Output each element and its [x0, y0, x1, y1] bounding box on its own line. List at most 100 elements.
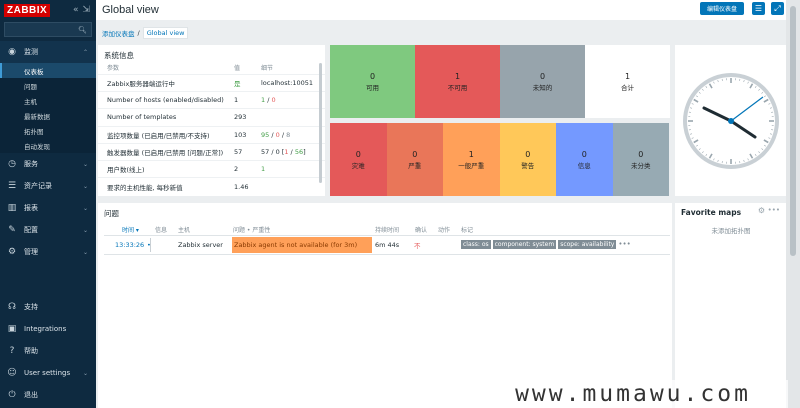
problem-ack[interactable]: 不	[414, 240, 421, 250]
availability-tile[interactable]: 0 未知的	[500, 45, 585, 118]
nav-user-settings[interactable]: ☺ User settings ⌄	[0, 362, 96, 384]
integrations-icon: ▣	[7, 324, 17, 334]
menu-button[interactable]: ☰	[752, 2, 765, 15]
nav-support[interactable]: ☊ 支持	[0, 296, 96, 318]
sub-item-maps[interactable]: 拓扑图	[0, 123, 96, 138]
availability-count: 0	[539, 71, 546, 81]
wrench-icon: ✎	[8, 225, 16, 235]
page-scrollbar[interactable]	[786, 0, 800, 408]
severity-tile[interactable]: 1 一般严重	[443, 123, 500, 196]
availability-tile[interactable]: 0 可用	[330, 45, 415, 118]
more-tags-icon[interactable]: •••	[618, 240, 630, 248]
sub-item-hosts[interactable]: 主机	[0, 93, 96, 108]
nav-administration[interactable]: ⚙ 管理 ⌄	[0, 241, 96, 263]
search-box: 🔍︎	[0, 22, 92, 37]
tag[interactable]: component: system	[492, 240, 557, 249]
breadcrumb: 添加仪表盘 / Global view	[102, 26, 189, 39]
sidebar-bottom: ☊ 支持 ▣ Integrations ? 帮助 ☺ User settings…	[0, 296, 96, 406]
detail-enabled: 57 / 0 [	[261, 147, 285, 156]
main-area: Global view 编辑仪表盘 ☰ ⤢ 添加仪表盘 / Global vie…	[96, 0, 800, 408]
nav-services[interactable]: ◷ 服务 ⌄	[0, 153, 96, 175]
detail-close: ]	[303, 147, 306, 156]
row-param: 要求的主机性能, 每秒新值	[107, 183, 183, 192]
row-param: 用户数(线上)	[107, 166, 145, 175]
breadcrumb-all-dashboards[interactable]: 添加仪表盘	[102, 28, 135, 38]
table-row: 要求的主机性能, 每秒新值 1.46	[98, 178, 325, 195]
problem-description[interactable]: Zabbix agent is not available (for 3m)	[232, 237, 372, 253]
nav-reports[interactable]: ▥ 报表 ⌄	[0, 197, 96, 219]
row-value: 103	[234, 130, 247, 139]
severity-count: 0	[638, 149, 644, 159]
availability-label: 不可用	[447, 83, 468, 92]
fullscreen-button[interactable]: ⤢	[771, 2, 784, 15]
empty-message: 未添加拓扑图	[711, 227, 751, 235]
headset-icon: ☊	[8, 302, 16, 312]
col-time[interactable]: 时间 ▾	[122, 225, 139, 234]
row-value: 1	[234, 96, 239, 105]
problem-time[interactable]: 13:33:26	[115, 241, 144, 249]
availability-tile[interactable]: 1 不可用	[415, 45, 500, 118]
widget-scrollbar[interactable]	[319, 63, 322, 183]
availability-tile[interactable]: 1 合计	[585, 45, 670, 118]
row-divider	[104, 254, 670, 255]
nav-configuration-label: 配置	[24, 226, 38, 234]
widget-title: 系统信息	[104, 51, 134, 60]
problem-host[interactable]: Zabbix server	[178, 241, 223, 249]
zabbix-logo[interactable]: ZABBIX	[4, 3, 51, 17]
row-param: 触发器数量 (已启用/已禁用 [问题/正常])	[107, 148, 224, 157]
watermark: www.mumawu.com	[478, 380, 788, 408]
table-row: Number of hosts (enabled/disabled) 1 1 /…	[98, 92, 325, 110]
nav-inventory-label: 资产记录	[24, 182, 52, 190]
sub-item-discovery[interactable]: 自动发现	[0, 138, 96, 153]
sub-item-problems[interactable]: 问题	[0, 78, 96, 93]
more-options-icon[interactable]: •••	[768, 206, 780, 214]
availability-count: 1	[454, 71, 461, 81]
nav-configuration[interactable]: ✎ 配置 ⌄	[0, 219, 96, 241]
collapse-sidebar-icon[interactable]: «	[73, 5, 79, 15]
table-row: 用户数(线上) 2 1	[98, 161, 325, 179]
problem-tags: class: os component: system scope: availab…	[461, 240, 631, 249]
row-param: 监控项数量 (已启用/已禁用/不支持)	[107, 131, 210, 140]
severity-tile[interactable]: 0 信息	[556, 123, 613, 196]
severity-count: 0	[581, 149, 587, 159]
availability-label: 合计	[621, 83, 634, 92]
nav-logout[interactable]: ⏻ 退出	[0, 384, 96, 406]
row-detail: localhost:10051	[261, 79, 314, 88]
sidebar: ZABBIX « ⇲ 🔍︎ ◉ 监测 ⌃ 仪表板 问题 主机 最新数据 拓扑图 …	[0, 0, 96, 408]
scrollbar-thumb[interactable]	[790, 6, 796, 256]
severity-tile[interactable]: 0 严重	[386, 123, 443, 196]
col-param: 参数	[107, 65, 120, 72]
gear-icon: ⚙	[7, 247, 17, 257]
severity-tile[interactable]: 0 未分类	[612, 123, 669, 196]
nav-integrations-label: Integrations	[24, 325, 67, 333]
logo-row: ZABBIX « ⇲	[0, 0, 96, 20]
tag[interactable]: class: os	[461, 240, 491, 249]
severity-label: 一般严重	[458, 161, 485, 170]
nav-administration-label: 管理	[24, 248, 38, 256]
row-value: 2	[234, 165, 239, 174]
breadcrumb-current[interactable]: Global view	[142, 26, 189, 39]
row-param: Number of hosts (enabled/disabled)	[107, 96, 224, 105]
sub-item-dashboard[interactable]: 仪表板	[0, 63, 96, 78]
col-value: 值	[234, 65, 241, 72]
detail-ok: 56	[294, 147, 304, 156]
tag[interactable]: scope: availability	[558, 240, 617, 249]
nav-integrations[interactable]: ▣ Integrations	[0, 318, 96, 340]
list-icon: ☰	[7, 181, 17, 191]
severity-tile[interactable]: 0 灾难	[330, 123, 387, 196]
search-icon[interactable]: 🔍︎	[78, 26, 87, 34]
search-input[interactable]	[0, 23, 79, 36]
clock-icon: ◷	[8, 159, 16, 169]
chevron-down-icon: ⌄	[82, 226, 88, 234]
kiosk-icon[interactable]: ⇲	[82, 5, 90, 15]
nav-monitoring[interactable]: ◉ 监测 ⌃	[0, 41, 96, 63]
gear-icon[interactable]: ⚙	[758, 206, 765, 215]
sub-item-latest-data[interactable]: 最新数据	[0, 108, 96, 123]
analog-clock	[683, 73, 779, 169]
sidebar-controls: « ⇲	[73, 5, 90, 15]
nav-inventory[interactable]: ☰ 资产记录 ⌄	[0, 175, 96, 197]
nav-help[interactable]: ? 帮助	[0, 340, 96, 362]
severity-tile[interactable]: 0 警告	[499, 123, 556, 196]
edit-dashboard-button[interactable]: 编辑仪表盘	[700, 2, 744, 15]
widget-title: 问题	[104, 209, 119, 218]
